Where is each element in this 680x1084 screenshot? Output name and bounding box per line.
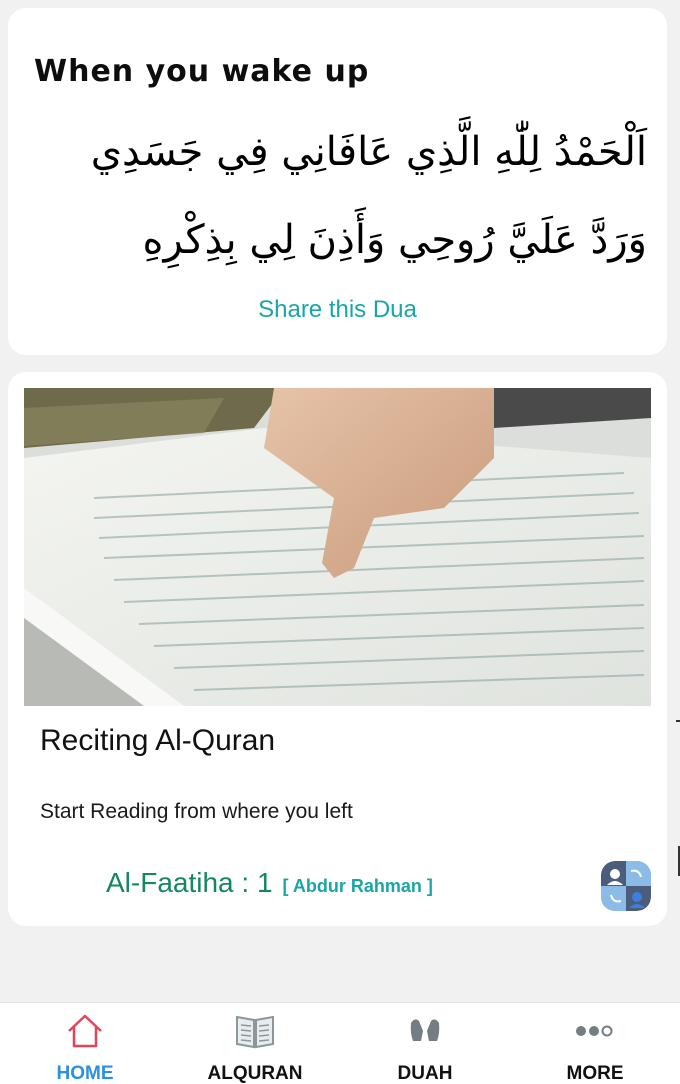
nav-item-more[interactable]: MORE [510,1003,680,1084]
last-read-reciter: [ Abdur Rahman ] [282,876,433,896]
edge-divider [676,720,680,722]
more-icon [573,1011,617,1051]
nav-item-duah[interactable]: DUAH [340,1003,510,1084]
dua-title: When you wake up [34,54,370,89]
quran-card-subtitle: Start Reading from where you left [40,800,353,823]
dua-card: When you wake up اَلْحَمْدُ لِلّٰهِ الَّ… [8,8,667,355]
switch-reciter-icon[interactable] [601,861,651,911]
bottom-navigation: HOME ALQURAN DUAH MORE [0,1002,680,1084]
praying-hands-icon [403,1011,447,1051]
nav-label-alquran: ALQURAN [207,1063,303,1084]
nav-label-more: MORE [566,1063,624,1084]
dua-arabic-text: اَلْحَمْدُ لِلّٰهِ الَّذِي عَافَانِي فِي… [90,129,647,263]
nav-label-duah: DUAH [397,1063,453,1084]
last-read-position[interactable]: Al-Faatiha : 1 [ Abdur Rahman ] [106,867,433,899]
nav-item-alquran[interactable]: ALQURAN [170,1003,340,1084]
quran-card: Reciting Al-Quran Start Reading from whe… [8,372,667,926]
home-icon [63,1011,107,1051]
nav-item-home[interactable]: HOME [0,1003,170,1084]
quran-card-title: Reciting Al-Quran [40,724,276,757]
book-icon [233,1011,277,1051]
share-dua-link[interactable]: Share this Dua [8,296,667,324]
last-read-surah: Al-Faatiha : 1 [106,867,273,898]
nav-label-home: HOME [56,1063,114,1084]
quran-reading-image [24,388,651,706]
